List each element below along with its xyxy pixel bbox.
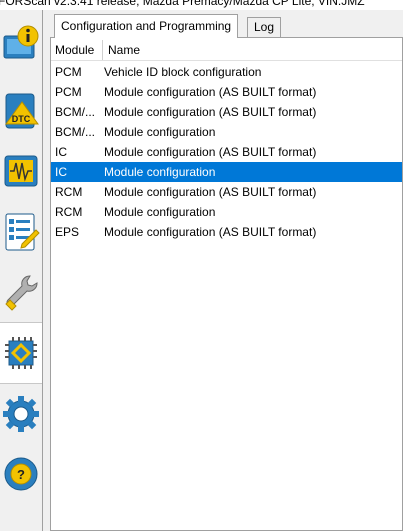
module-cell: RCM: [55, 185, 83, 199]
column-header-name[interactable]: Name: [104, 40, 402, 60]
configuration-panel: Module Name PCM Vehicle ID block configur…: [50, 37, 403, 531]
sidebar-item-info[interactable]: [0, 16, 42, 76]
sidebar-item-help[interactable]: ?: [0, 444, 42, 504]
table-row[interactable]: BCM/... Module configuration (AS BUILT fo…: [51, 102, 402, 122]
module-list: PCM Vehicle ID block configuration PCM Modu…: [51, 62, 402, 242]
tab-configuration-and-programming[interactable]: Configuration and Programming: [54, 14, 239, 38]
gear-icon: [3, 396, 39, 432]
sidebar-item-service[interactable]: [0, 262, 42, 322]
table-row[interactable]: EPS Module configuration (AS BUILT format…: [51, 222, 402, 242]
svg-text:DTC: DTC: [12, 114, 31, 124]
module-cell: PCM: [55, 85, 82, 99]
module-cell: IC: [55, 165, 67, 179]
sidebar-item-tests[interactable]: [0, 202, 42, 262]
wrench-icon: [5, 275, 38, 311]
module-cell: RCM: [55, 205, 83, 219]
table-row[interactable]: PCM Vehicle ID block configuration: [51, 62, 402, 82]
name-cell: Module configuration (AS BUILT format): [104, 145, 317, 159]
column-header-module[interactable]: Module: [51, 40, 103, 60]
module-cell: IC: [55, 145, 67, 159]
module-cell: BCM/...: [55, 105, 96, 119]
table-row[interactable]: BCM/... Module configuration: [51, 122, 402, 142]
module-cell: EPS: [55, 225, 80, 239]
sidebar: DTC ?: [0, 10, 43, 531]
name-cell: Module configuration (AS BUILT format): [104, 185, 317, 199]
module-cell: BCM/...: [55, 125, 96, 139]
name-cell: Module configuration: [104, 205, 216, 219]
name-cell: Module configuration: [104, 125, 216, 139]
name-cell: Module configuration: [104, 165, 216, 179]
sidebar-item-configuration[interactable]: [0, 322, 42, 384]
title-bar: FORScan v2.3.41 release, Mazda Premacy/M…: [0, 0, 403, 10]
name-cell: Vehicle ID block configuration: [104, 65, 262, 79]
table-header: Module Name: [51, 40, 402, 61]
name-cell: Module configuration (AS BUILT format): [104, 85, 317, 99]
window-title: FORScan v2.3.41 release, Mazda Premacy/M…: [0, 0, 365, 8]
tab-strip: Configuration and Programming Log: [50, 14, 403, 38]
module-cell: PCM: [55, 65, 82, 79]
table-row[interactable]: RCM Module configuration: [51, 202, 402, 222]
sidebar-item-settings[interactable]: [0, 384, 42, 444]
dtc-icon: DTC: [5, 93, 39, 129]
sidebar-item-oscilloscope[interactable]: [0, 142, 42, 202]
svg-text:?: ?: [17, 467, 25, 482]
checklist-icon: [5, 213, 40, 251]
name-cell: Module configuration (AS BUILT format): [104, 105, 317, 119]
table-row[interactable]: RCM Module configuration (AS BUILT format…: [51, 182, 402, 202]
chip-icon: [5, 337, 37, 369]
table-row[interactable]: IC Module configuration: [51, 162, 402, 182]
help-icon: ?: [4, 457, 38, 491]
oscilloscope-icon: [4, 155, 38, 187]
info-icon: [3, 25, 39, 59]
table-row[interactable]: PCM Module configuration (AS BUILT format…: [51, 82, 402, 102]
tab-log[interactable]: Log: [247, 17, 282, 37]
name-cell: Module configuration (AS BUILT format): [104, 225, 317, 239]
sidebar-item-dtc[interactable]: DTC: [0, 82, 42, 142]
table-row[interactable]: IC Module configuration (AS BUILT format): [51, 142, 402, 162]
